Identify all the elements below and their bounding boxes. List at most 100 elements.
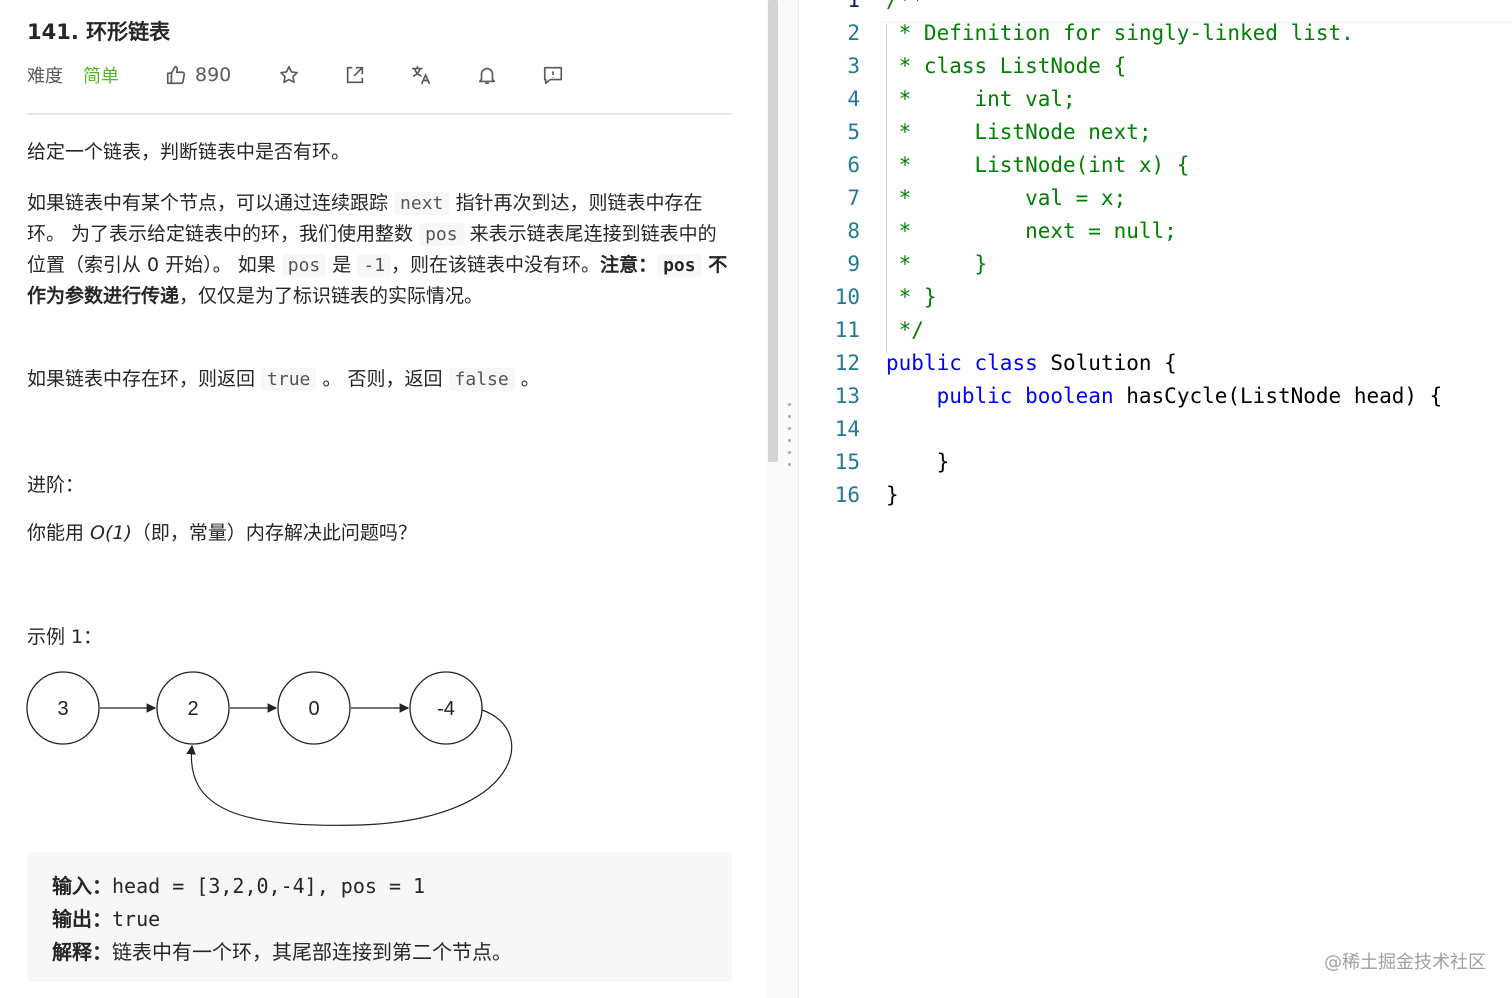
line-number: 13 — [834, 384, 860, 408]
note-label: 注意： — [600, 254, 658, 276]
code-line[interactable]: * ListNode(int x) { — [886, 153, 1190, 177]
code-comment: * Definition for singly-linked list. — [886, 21, 1354, 45]
inline-code: false — [448, 368, 515, 391]
pane-splitter[interactable] — [780, 0, 799, 998]
line-number: 5 — [847, 120, 860, 144]
text-run: 你能用 — [27, 522, 91, 544]
example-input: 输入：head = [3,2,0,-4], pos = 1 — [52, 870, 425, 899]
example-explanation: 解释：链表中有一个环，其尾部连接到第二个节点。 — [52, 936, 512, 965]
description-paragraph-3: 如果链表中存在环，则返回 true 。 否则，返回 false 。 — [27, 364, 732, 395]
code-line[interactable]: /** — [886, 0, 924, 12]
bell-icon — [478, 67, 496, 85]
node-label: -4 — [437, 698, 455, 720]
inline-code: -1 — [357, 254, 392, 277]
feedback-button[interactable] — [539, 60, 567, 90]
code-keyword: class — [974, 351, 1038, 375]
favorite-button[interactable] — [275, 60, 303, 90]
text-run: 是 — [326, 254, 358, 276]
line-number: 11 — [834, 318, 860, 342]
like-button[interactable]: 890 — [165, 60, 231, 90]
code-comment: */ — [886, 318, 924, 342]
line-number: 9 — [847, 252, 860, 276]
inline-code: pos — [419, 223, 464, 246]
splitter-grip-dot — [788, 439, 791, 442]
splitter-grip-dot — [788, 427, 791, 430]
code-comment: * } — [886, 252, 988, 276]
code-text: } — [886, 483, 899, 507]
difficulty-value: 简单 — [83, 66, 119, 87]
complexity-text: O(1) — [90, 522, 132, 544]
description-paragraph-2: 如果链表中有某个节点，可以通过连续跟踪 next 指针再次到达，则链表中存在环。… — [27, 188, 732, 312]
inline-code: true — [261, 368, 317, 391]
code-text: } — [886, 450, 950, 474]
line-number: 6 — [847, 153, 860, 177]
feedback-icon — [543, 66, 563, 85]
text-run: 如果链表中存在环，则返回 — [27, 368, 262, 390]
splitter-grip-dot — [788, 463, 791, 466]
code-line[interactable]: * val = x; — [886, 186, 1127, 210]
code-line[interactable]: * ListNode next; — [886, 120, 1152, 144]
advanced-paragraph: 你能用 O(1)（即，常量）内存解决此问题吗？ — [27, 518, 732, 549]
code-comment: * val = x; — [886, 186, 1127, 210]
code-line[interactable]: public class Solution { — [886, 351, 1177, 375]
output-value: true — [112, 907, 161, 931]
subscribe-button[interactable] — [473, 60, 501, 90]
code-line[interactable]: */ — [886, 318, 924, 342]
code-line[interactable]: * Definition for singly-linked list. — [886, 21, 1354, 45]
linked-list-diagram: 3 2 0 -4 — [26, 671, 513, 826]
code-comment: * class ListNode { — [886, 54, 1127, 78]
splitter-grip-dot — [788, 415, 791, 418]
code-line[interactable]: } — [886, 483, 899, 507]
text-run: 。 否则，返回 — [316, 368, 449, 390]
code-comment: * ListNode next; — [886, 120, 1152, 144]
explain-label: 解释： — [52, 940, 112, 964]
thumbs-up-icon — [166, 65, 186, 85]
code-line[interactable]: * int val; — [886, 87, 1076, 111]
node-label: 0 — [308, 698, 319, 720]
share-button[interactable] — [341, 60, 369, 90]
code-editor[interactable]: 1 2 3 4 5 6 7 8 9 10 11 12 13 14 15 16 /** * Definition… — [800, 0, 1512, 998]
watermark: @稀土掘金技术社区 — [1324, 952, 1486, 973]
code-line[interactable]: public boolean hasCycle(ListNode head) { — [886, 384, 1443, 408]
code-line[interactable]: * } — [886, 285, 937, 309]
example-block: 输入：head = [3,2,0,-4], pos = 1 输出：true 解释… — [27, 852, 732, 982]
code-comment: /** — [886, 0, 924, 12]
input-label: 输入： — [52, 874, 112, 898]
code-text: public boolean hasCycle(ListNode head) { — [936, 384, 1443, 408]
splitter-grip-dot — [788, 403, 791, 406]
code-keyword: public — [936, 384, 1013, 408]
line-number: 16 — [834, 483, 860, 507]
code-comment: * next = null; — [886, 219, 1177, 243]
current-line-highlight — [884, 0, 1512, 23]
code-comment: * ListNode(int x) { — [886, 153, 1190, 177]
text-run: ，则在该链表中没有环。 — [391, 254, 601, 276]
star-icon — [280, 65, 298, 84]
translate-button[interactable] — [407, 60, 435, 90]
advanced-heading: 进阶： — [27, 474, 85, 496]
inline-code: pos — [657, 254, 702, 277]
inline-code: pos — [281, 254, 327, 277]
line-number: 1 — [847, 0, 860, 12]
text-run: ，仅仅是为了标识链表的实际情况。 — [179, 285, 484, 307]
line-number: 10 — [834, 285, 860, 309]
line-number: 4 — [847, 87, 860, 111]
code-line[interactable]: * class ListNode { — [886, 54, 1127, 78]
like-count: 890 — [195, 64, 232, 86]
translate-icon — [411, 65, 431, 85]
code-line[interactable]: } — [886, 450, 950, 474]
code-line[interactable]: * } — [886, 252, 988, 276]
line-number: 14 — [834, 417, 860, 441]
input-value: head = [3,2,0,-4], pos = 1 — [112, 874, 426, 898]
code-text: public class Solution { — [886, 351, 1177, 375]
text-run: 。 — [514, 368, 540, 390]
code-line[interactable]: * next = null; — [886, 219, 1177, 243]
problem-meta-toolbar: 难度 简单 890 — [27, 60, 587, 90]
description-scrollbar-thumb[interactable] — [768, 0, 778, 462]
line-number: 2 — [847, 21, 860, 45]
code-comment: * } — [886, 285, 937, 309]
description-paragraph-1: 给定一个链表，判断链表中是否有环。 — [27, 141, 351, 163]
text-run: （即，常量）内存解决此问题吗？ — [131, 522, 417, 544]
splitter-grip-dot — [788, 451, 791, 454]
code-keyword: boolean — [1025, 384, 1114, 408]
line-number: 7 — [847, 186, 860, 210]
